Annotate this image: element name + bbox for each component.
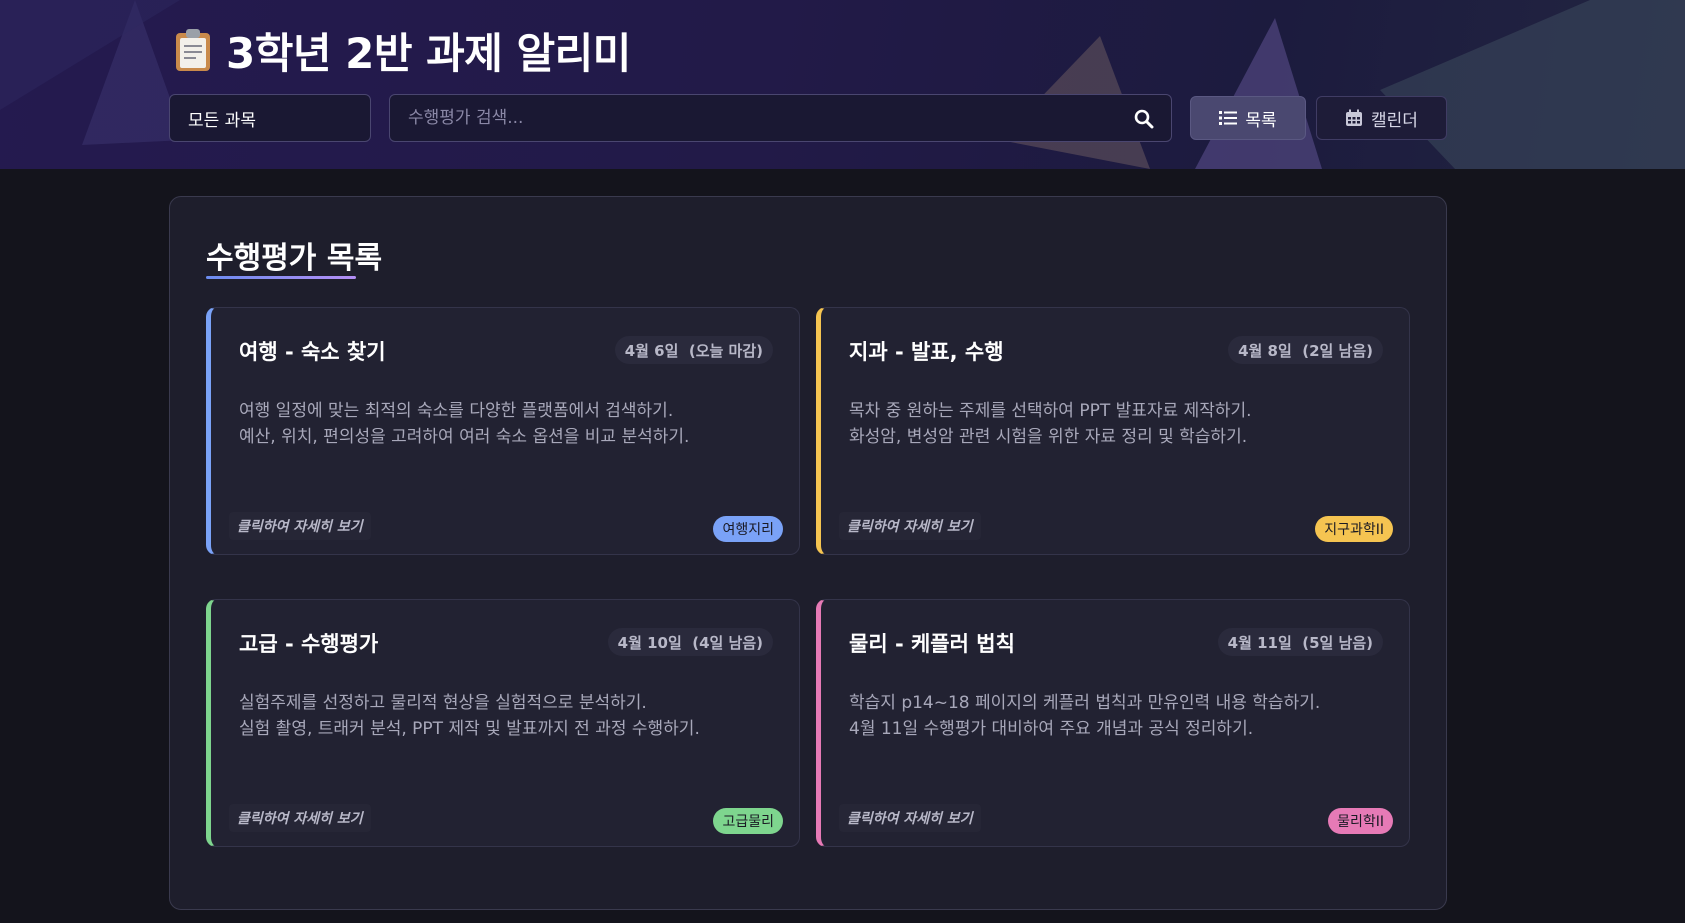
assignment-card[interactable]: 물리 - 케플러 법칙 4월 11일 (5일 남음) 학습지 p14~18 페이… [816,599,1410,847]
description-line: 학습지 p14~18 페이지의 케플러 법칙과 만유인력 내용 학습하기. [849,693,1321,713]
description-line: 4월 11일 수행평가 대비하여 주요 개념과 공식 정리하기. [849,719,1254,739]
assignment-card[interactable]: 지과 - 발표, 수행 4월 8일 (2일 남음) 목차 중 원하는 주제를 선… [816,307,1410,555]
subject-badge: 고급물리 [713,808,783,834]
card-description: 학습지 p14~18 페이지의 케플러 법칙과 만유인력 내용 학습하기. 4월… [849,690,1389,742]
card-title: 물리 - 케플러 법칙 [849,632,1015,656]
view-details-link[interactable]: 클릭하여 자세히 보기 [839,512,981,540]
description-line: 실험 촬영, 트래커 분석, PPT 제작 및 발표까지 전 과정 수행하기. [239,719,700,739]
description-line: 실험주제를 선정하고 물리적 현상을 실험적으로 분석하기. [239,693,647,713]
card-description: 실험주제를 선정하고 물리적 현상을 실험적으로 분석하기. 실험 촬영, 트래… [239,690,779,742]
assignment-list-panel: 수행평가 목록 여행 - 숙소 찾기 4월 6일 (오늘 마감) 여행 일정에 … [169,196,1447,910]
card-title: 고급 - 수행평가 [239,632,379,656]
due-date-badge: 4월 6일 (오늘 마감) [614,336,773,364]
list-icon [1219,111,1238,125]
app-title: 3학년 2반 과제 알리미 [174,22,631,78]
subject-select-value: 모든 과목 [188,110,256,131]
due-date-badge: 4월 11일 (5일 남음) [1217,628,1383,656]
view-details-link[interactable]: 클릭하여 자세히 보기 [229,804,371,832]
calendar-icon [1346,109,1363,126]
subject-badge: 물리학II [1328,808,1393,834]
subject-badge: 여행지리 [713,516,783,542]
description-line: 예산, 위치, 편의성을 고려하여 여러 숙소 옵션을 비교 분석하기. [239,427,690,447]
card-title: 여행 - 숙소 찾기 [239,340,386,364]
list-view-button[interactable]: 목록 [1190,96,1306,140]
due-date-badge: 4월 10일 (4일 남음) [607,628,773,656]
list-view-label: 목록 [1245,110,1277,131]
description-line: 목차 중 원하는 주제를 선택하여 PPT 발표자료 제작하기. [849,401,1252,421]
card-title: 지과 - 발표, 수행 [849,340,1004,364]
search-icon[interactable] [1133,108,1155,130]
card-description: 여행 일정에 맞는 최적의 숙소를 다양한 플랫폼에서 검색하기. 예산, 위치… [239,398,779,450]
clipboard-icon [176,29,210,71]
header-banner: 3학년 2반 과제 알리미 모든 과목 목록 [0,0,1685,169]
page-title: 3학년 2반 과제 알리미 [226,28,631,78]
view-details-link[interactable]: 클릭하여 자세히 보기 [229,512,371,540]
due-date-badge: 4월 8일 (2일 남음) [1228,336,1383,364]
subject-select[interactable]: 모든 과목 [169,94,371,142]
toolbar: 모든 과목 목록 캘린더 [0,94,1685,142]
assignment-card[interactable]: 고급 - 수행평가 4월 10일 (4일 남음) 실험주제를 선정하고 물리적 … [206,599,800,847]
description-line: 여행 일정에 맞는 최적의 숙소를 다양한 플랫폼에서 검색하기. [239,401,674,421]
search-field [389,94,1172,142]
assignment-card[interactable]: 여행 - 숙소 찾기 4월 6일 (오늘 마감) 여행 일정에 맞는 최적의 숙… [206,307,800,555]
section-title-underline [206,276,356,279]
description-line: 화성암, 변성암 관련 시험을 위한 자료 정리 및 학습하기. [849,427,1248,447]
card-description: 목차 중 원하는 주제를 선택하여 PPT 발표자료 제작하기. 화성암, 변성… [849,398,1389,450]
calendar-view-button[interactable]: 캘린더 [1316,96,1447,140]
view-details-link[interactable]: 클릭하여 자세히 보기 [839,804,981,832]
search-input[interactable] [390,95,1171,141]
subject-badge: 지구과학II [1315,516,1393,542]
calendar-view-label: 캘린더 [1371,110,1418,131]
